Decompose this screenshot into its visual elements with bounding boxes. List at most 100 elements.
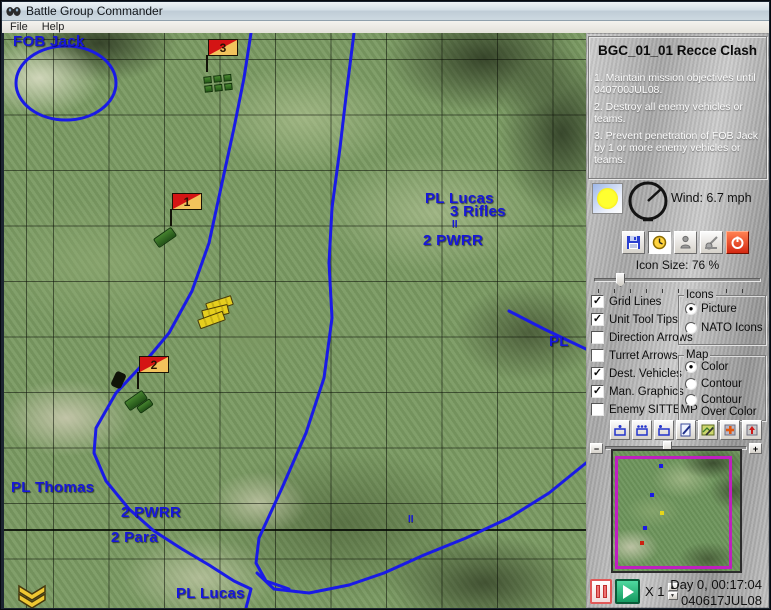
checkbox[interactable]: ✓ [591,313,604,326]
speed-multiplier: X 1 [645,584,665,599]
flag-pole [170,209,172,226]
weather-sun-indicator [592,183,623,214]
route-overlay [4,33,586,608]
map-label-2-para: 2 Para [111,529,158,546]
unit-flag: 2 [139,356,169,373]
minimap-unit-dot [659,464,663,468]
toggle-unit-tool-tips[interactable]: ✓ Unit Tool Tips [591,313,678,326]
minimap-unit-dot [643,526,647,530]
map-label-pl-thomas: PL Thomas [11,479,94,496]
zoom-in-button[interactable]: + [749,443,762,454]
map-label-2-pwrr-s: 2 PWRR [121,504,181,521]
map-legend: Map [684,349,710,361]
mission-title: BGC_01_01 Recce Clash [594,43,761,58]
title-bar[interactable]: Battle Group Commander [2,2,769,21]
artillery-icon [704,235,720,250]
icon-size-slider[interactable] [594,273,761,287]
mission-objectives: 1. Maintain mission objectives until 040… [594,72,761,166]
route-right-edge [509,311,586,349]
icons-groupbox: Icons ● Picture NATO Icons [678,295,766,345]
time-controls: X 1 ▲▼ [590,579,678,604]
unit-frame-icon [613,424,627,437]
main-toolbar [622,231,749,254]
unit-marker-2[interactable]: 2 [135,356,169,410]
pencil-page-icon [679,423,693,437]
clock-mode-button[interactable] [648,231,671,254]
app-icon [6,6,21,17]
map-label-2-pwrr-n: 2 PWRR [423,232,483,249]
checkbox[interactable]: ✓ [591,295,604,308]
radio-button[interactable] [685,378,697,390]
checkbox[interactable] [591,403,604,416]
radio-button[interactable]: ● [685,303,697,315]
checkbox[interactable]: ✓ [591,385,604,398]
tactical-map[interactable]: FOB Jack PL Lucas 3 Rifles 2 PWRR PL PL … [4,33,586,608]
unit-flag: 3 [208,39,238,56]
map-label-3-rifles: 3 Rifles [450,203,506,220]
soldier-icon [678,235,693,250]
toggle-dest-vehicles[interactable]: ✓ Dest. Vehicles [591,367,682,380]
radio-button[interactable]: ● [685,361,697,373]
checkbox[interactable] [591,331,604,344]
menu-help[interactable]: Help [42,21,65,33]
route-right [256,33,354,589]
unit-frame-dots-icon [635,424,649,437]
play-icon [623,585,634,599]
cross-flag-icon [723,423,737,437]
minimap-unit-dot [650,493,654,497]
objective-3: 3. Prevent penetration of FOB Jack by 1 … [594,130,761,166]
unit-marker-3[interactable]: 3 [204,39,238,91]
mission-briefing-box: BGC_01_01 Recce Clash 1. Maintain missio… [588,36,767,179]
unit-size-marker: II [408,514,414,525]
toggle-man-graphics[interactable]: ✓ Man. Graphics [591,385,684,398]
app-window: Battle Group Commander File Help [0,0,771,610]
radio-contour[interactable]: Contour [685,378,765,390]
toggle-turret-arrows[interactable]: Turret Arrows [591,349,678,362]
draw-graphics-button[interactable] [676,420,696,440]
unit-marker-button-1[interactable] [610,420,630,440]
icon-size-slider-thumb[interactable] [616,273,625,287]
power-button[interactable] [726,231,749,254]
window-title: Battle Group Commander [26,4,163,18]
menu-file[interactable]: File [10,21,28,33]
radio-nato-icons[interactable]: NATO Icons [685,322,765,334]
map-groupbox: Map ● Color Contour Contour Over Color [678,355,766,421]
save-button[interactable] [622,231,645,254]
date-time-group: 040617JUL08 [681,593,762,608]
minimap[interactable] [611,449,742,573]
radio-picture[interactable]: ● Picture [685,303,765,315]
wind-direction-dial [626,179,670,223]
unit-marker-1[interactable]: 1 [168,193,202,243]
unit-marker-button-2[interactable] [632,420,652,440]
minimap-viewport-rect[interactable] [615,456,732,569]
radio-button[interactable] [685,322,697,334]
map-label-fob-jack: FOB Jack [13,33,85,50]
unit-flag: 1 [172,193,202,210]
medic-marker-button[interactable] [720,420,740,440]
map-pencil-icon [701,423,715,437]
radio-contour-over-color[interactable]: Contour Over Color [685,394,765,418]
play-button[interactable] [615,579,640,604]
artillery-button[interactable] [700,231,723,254]
route-bottom [257,463,586,593]
flag-pole [137,372,139,389]
radio-button[interactable] [685,394,697,406]
zoom-out-button[interactable]: − [590,443,603,454]
checkbox[interactable] [591,349,604,362]
floppy-disk-icon [626,235,641,250]
menu-bar: File Help [2,21,769,33]
route-left [94,33,251,608]
clock-icon [652,235,667,250]
units-button[interactable] [674,231,697,254]
target-marker-button[interactable] [742,420,762,440]
control-panel: BGC_01_01 Recce Clash 1. Maintain missio… [586,33,769,608]
objective-1: 1. Maintain mission objectives until 040… [594,72,761,96]
toggle-grid-lines[interactable]: ✓ Grid Lines [591,295,661,308]
map-edit-button[interactable] [698,420,718,440]
checkbox[interactable]: ✓ [591,367,604,380]
unit-marker-button-3[interactable] [654,420,674,440]
radio-color[interactable]: ● Color [685,361,765,373]
pause-button[interactable] [590,579,612,604]
unit-size-marker: II [452,219,458,230]
vehicle-group-icon [203,73,238,92]
